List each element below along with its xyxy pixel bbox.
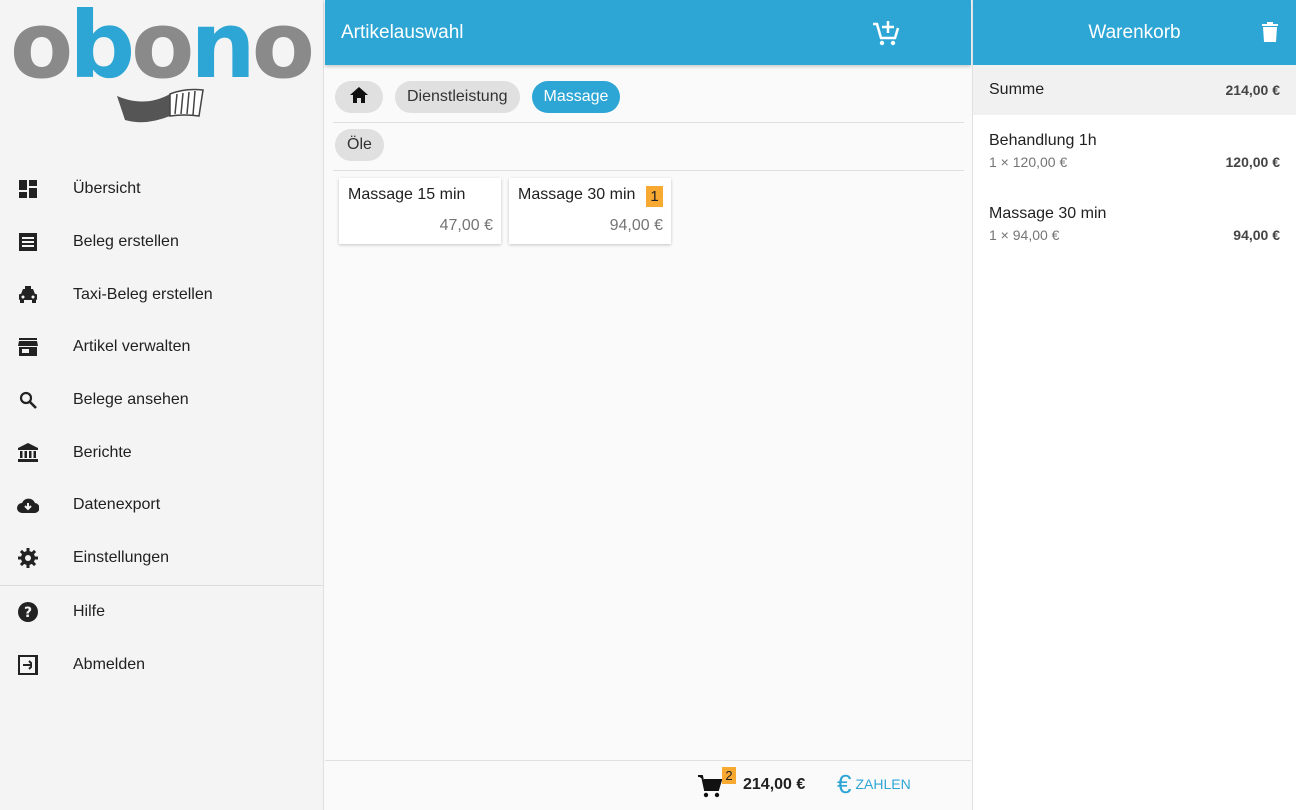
main-menu: Übersicht Beleg erstellen Taxi-Beleg ers… (0, 163, 324, 691)
cart-item-total: 120,00 € (1225, 154, 1281, 170)
trash-icon[interactable] (1262, 22, 1278, 47)
cart-item[interactable]: Behandlung 1h 1 × 120,00 € 120,00 € (973, 115, 1296, 188)
add-to-cart-icon[interactable] (871, 18, 901, 48)
menu-item-datenexport[interactable]: Datenexport (0, 479, 324, 532)
menu-item-uebersicht[interactable]: Übersicht (0, 163, 324, 216)
receipt-ribbon-icon (117, 88, 204, 123)
subcategory-bar: Öle (335, 129, 384, 161)
quantity-badge: 1 (646, 186, 663, 207)
sidebar: obono Übersicht Beleg erstellen Taxi-Bel… (0, 0, 324, 810)
menu-item-taxi-beleg[interactable]: Taxi-Beleg erstellen (0, 268, 324, 321)
cart-item-name: Behandlung 1h (989, 132, 1097, 149)
cart-sum-row: Summe 214,00 € (973, 65, 1296, 115)
menu-item-hilfe[interactable]: ? Hilfe (0, 586, 324, 639)
receipt-icon (17, 231, 39, 253)
menu-label: Einstellungen (73, 549, 170, 567)
menu-item-beleg-erstellen[interactable]: Beleg erstellen (0, 216, 324, 269)
home-icon (350, 86, 368, 108)
article-panel: Artikelauswahl Dienstleistung Massage Öl… (325, 0, 971, 810)
cart-item-total: 94,00 € (1233, 227, 1280, 243)
pay-label: ZAHLEN (855, 776, 911, 792)
article-price: 47,00 € (439, 217, 493, 234)
menu-item-belege-ansehen[interactable]: Belege ansehen (0, 374, 324, 427)
cart-item-name: Massage 30 min (989, 205, 1107, 222)
article-name: Massage 30 min (518, 186, 636, 203)
breadcrumb: Dienstleistung Massage (335, 81, 621, 113)
logout-icon (17, 654, 39, 676)
dashboard-icon (17, 178, 39, 200)
pay-button[interactable]: € ZAHLEN (837, 771, 911, 797)
breadcrumb-dienstleistung[interactable]: Dienstleistung (395, 81, 520, 113)
menu-item-berichte[interactable]: Berichte (0, 426, 324, 479)
bank-icon (17, 442, 39, 464)
cart-panel-title: Warenkorb (1088, 21, 1181, 43)
menu-label: Abmelden (73, 655, 146, 673)
cart-panel-header: Warenkorb (973, 0, 1296, 65)
article-name: Massage 15 min (348, 186, 466, 203)
menu-label: Hilfe (73, 602, 106, 620)
gear-icon (17, 547, 39, 569)
cart-icon[interactable] (697, 773, 723, 804)
cart-count-badge: 2 (722, 767, 736, 784)
breadcrumb-massage[interactable]: Massage (531, 81, 621, 113)
logo-text: obono (10, 0, 315, 99)
menu-item-abmelden[interactable]: Abmelden (0, 638, 324, 691)
checkout-footer: 2 214,00 € € ZAHLEN (325, 760, 971, 810)
article-panel-header: Artikelauswahl (325, 0, 971, 65)
cloud-download-icon (17, 494, 39, 516)
cart-item[interactable]: Massage 30 min 1 × 94,00 € 94,00 € (973, 188, 1296, 261)
euro-icon: € (837, 769, 852, 799)
cart-item-detail: 1 × 120,00 € (989, 154, 1068, 170)
menu-label: Beleg erstellen (73, 233, 179, 251)
divider (333, 122, 964, 123)
menu-item-einstellungen[interactable]: Einstellungen (0, 532, 324, 585)
menu-label: Taxi-Beleg erstellen (73, 285, 213, 303)
article-panel-title: Artikelauswahl (341, 21, 464, 43)
cart-panel: Warenkorb Summe 214,00 € Behandlung 1h 1… (972, 0, 1296, 810)
store-icon (17, 336, 39, 358)
article-grid: Massage 15 min 47,00 € Massage 30 min 1 … (339, 178, 671, 244)
menu-label: Artikel verwalten (73, 338, 191, 356)
sum-value: 214,00 € (1225, 82, 1281, 98)
breadcrumb-home[interactable] (335, 81, 383, 113)
article-price: 94,00 € (609, 217, 663, 234)
menu-label: Belege ansehen (73, 391, 189, 409)
help-icon: ? (17, 601, 39, 623)
article-card-massage-30[interactable]: Massage 30 min 1 94,00 € (509, 178, 671, 244)
sum-label: Summe (989, 81, 1045, 98)
divider (333, 170, 964, 171)
cart-total: 214,00 € (743, 776, 806, 793)
menu-label: Berichte (73, 443, 132, 461)
taxi-icon (17, 284, 39, 306)
menu-item-artikel-verwalten[interactable]: Artikel verwalten (0, 321, 324, 374)
cart-item-detail: 1 × 94,00 € (989, 227, 1060, 243)
svg-text:?: ? (24, 605, 32, 621)
search-icon (17, 389, 39, 411)
subcategory-oele[interactable]: Öle (335, 129, 384, 161)
menu-label: Übersicht (73, 180, 141, 198)
obono-logo: obono (10, 0, 315, 126)
article-card-massage-15[interactable]: Massage 15 min 47,00 € (339, 178, 501, 244)
menu-label: Datenexport (73, 496, 161, 514)
